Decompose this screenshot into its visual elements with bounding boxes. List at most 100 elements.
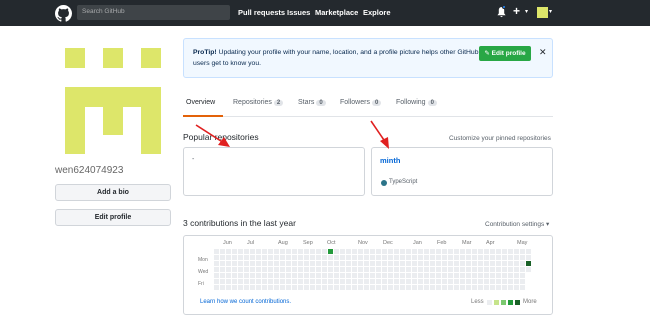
contribution-day[interactable] <box>364 273 369 278</box>
contribution-day[interactable] <box>484 249 489 254</box>
learn-contributions-link[interactable]: Learn how we count contributions. <box>200 299 291 305</box>
contribution-day[interactable] <box>304 273 309 278</box>
contribution-day[interactable] <box>502 249 507 254</box>
contribution-day[interactable] <box>250 249 255 254</box>
contribution-day[interactable] <box>424 249 429 254</box>
contribution-day[interactable] <box>490 249 495 254</box>
contribution-day[interactable] <box>364 279 369 284</box>
tab-repositories[interactable]: Repositories 2 <box>233 99 284 106</box>
contribution-day[interactable] <box>472 285 477 290</box>
add-bio-button[interactable]: Add a bio <box>55 184 171 201</box>
contribution-day[interactable] <box>406 249 411 254</box>
contribution-day[interactable] <box>328 285 333 290</box>
contribution-day[interactable] <box>238 249 243 254</box>
contribution-day[interactable] <box>490 255 495 260</box>
header-avatar[interactable] <box>537 7 548 18</box>
contribution-day[interactable] <box>376 255 381 260</box>
contribution-day[interactable] <box>466 267 471 272</box>
contribution-day[interactable] <box>430 267 435 272</box>
tab-following[interactable]: Following 0 <box>396 99 437 106</box>
contribution-day[interactable] <box>472 255 477 260</box>
contribution-day[interactable] <box>400 285 405 290</box>
contribution-day[interactable] <box>394 273 399 278</box>
contribution-day[interactable] <box>484 255 489 260</box>
contribution-day[interactable] <box>214 255 219 260</box>
contribution-day[interactable] <box>466 285 471 290</box>
avatar[interactable] <box>55 40 171 156</box>
contribution-day[interactable] <box>388 267 393 272</box>
contribution-day[interactable] <box>280 285 285 290</box>
contribution-day[interactable] <box>238 285 243 290</box>
contribution-day[interactable] <box>472 267 477 272</box>
chevron-down-icon[interactable]: ▾ <box>549 8 552 15</box>
contribution-day[interactable] <box>250 255 255 260</box>
contribution-day[interactable] <box>358 249 363 254</box>
contribution-day[interactable] <box>232 255 237 260</box>
contribution-day[interactable] <box>454 249 459 254</box>
contribution-day[interactable] <box>280 249 285 254</box>
contribution-day[interactable] <box>232 285 237 290</box>
contribution-day[interactable] <box>442 267 447 272</box>
contribution-day[interactable] <box>328 249 333 254</box>
contribution-day[interactable] <box>250 285 255 290</box>
tab-overview[interactable]: Overview <box>186 99 215 106</box>
contribution-day[interactable] <box>436 267 441 272</box>
contribution-day[interactable] <box>520 267 525 272</box>
contribution-day[interactable] <box>268 267 273 272</box>
contribution-day[interactable] <box>412 255 417 260</box>
contribution-day[interactable] <box>418 285 423 290</box>
contribution-day[interactable] <box>454 267 459 272</box>
contribution-day[interactable] <box>286 261 291 266</box>
contribution-day[interactable] <box>220 249 225 254</box>
contribution-day[interactable] <box>232 261 237 266</box>
contribution-day[interactable] <box>268 255 273 260</box>
nav-pull-requests[interactable]: Pull requests <box>238 8 285 17</box>
contribution-day[interactable] <box>442 249 447 254</box>
repo-card[interactable]: minth TypeScript <box>371 147 553 196</box>
contribution-day[interactable] <box>352 255 357 260</box>
contribution-day[interactable] <box>280 267 285 272</box>
contribution-day[interactable] <box>472 249 477 254</box>
contribution-day[interactable] <box>430 279 435 284</box>
contribution-day[interactable] <box>376 279 381 284</box>
contribution-day[interactable] <box>412 267 417 272</box>
contribution-day[interactable] <box>328 255 333 260</box>
contribution-day[interactable] <box>304 261 309 266</box>
contribution-day[interactable] <box>292 249 297 254</box>
contribution-day[interactable] <box>448 273 453 278</box>
contribution-day[interactable] <box>508 285 513 290</box>
contribution-day[interactable] <box>508 255 513 260</box>
contribution-day[interactable] <box>514 273 519 278</box>
contribution-day[interactable] <box>250 273 255 278</box>
contribution-day[interactable] <box>214 273 219 278</box>
contribution-day[interactable] <box>364 267 369 272</box>
contribution-day[interactable] <box>316 267 321 272</box>
contribution-day[interactable] <box>382 255 387 260</box>
contribution-day[interactable] <box>304 279 309 284</box>
contribution-day[interactable] <box>412 249 417 254</box>
contribution-day[interactable] <box>334 261 339 266</box>
contribution-day[interactable] <box>376 273 381 278</box>
contribution-day[interactable] <box>496 261 501 266</box>
contribution-day[interactable] <box>358 267 363 272</box>
contribution-day[interactable] <box>370 267 375 272</box>
contribution-day[interactable] <box>466 273 471 278</box>
contribution-day[interactable] <box>460 267 465 272</box>
tab-stars[interactable]: Stars 0 <box>298 99 326 106</box>
contribution-day[interactable] <box>364 249 369 254</box>
contribution-day[interactable] <box>406 273 411 278</box>
contribution-day[interactable] <box>268 279 273 284</box>
contribution-day[interactable] <box>418 279 423 284</box>
contribution-day[interactable] <box>388 279 393 284</box>
contribution-day[interactable] <box>400 249 405 254</box>
contribution-day[interactable] <box>328 273 333 278</box>
contribution-day[interactable] <box>466 261 471 266</box>
contribution-day[interactable] <box>280 273 285 278</box>
contribution-day[interactable] <box>232 249 237 254</box>
contribution-day[interactable] <box>220 267 225 272</box>
contribution-day[interactable] <box>298 255 303 260</box>
contribution-day[interactable] <box>304 255 309 260</box>
contribution-day[interactable] <box>442 261 447 266</box>
contribution-day[interactable] <box>514 249 519 254</box>
contribution-day[interactable] <box>244 285 249 290</box>
